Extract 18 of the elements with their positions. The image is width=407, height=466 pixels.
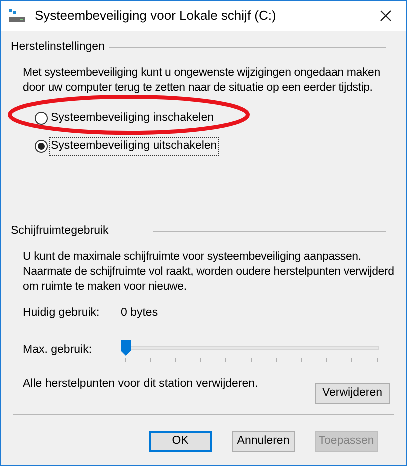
description-text: U kunt de maximale schijfruimte voor systeembeveiliging aanpassen. Naarmate de schijfruimte vol raakt, worden oudere herstelpunten verwijderd om ruimte te maken voor nieuwe. <box>23 250 395 295</box>
delete-button[interactable]: Verwijderen <box>315 383 390 404</box>
dialog-button[interactable]: Annuleren <box>232 431 295 452</box>
dialog-button[interactable]: OK <box>149 431 212 452</box>
radio-label[interactable]: Systeembeveiliging uitschakelen <box>50 138 218 155</box>
delete-text: Alle herstelpunten voor dit station verwijderen. <box>23 377 258 392</box>
usage-value: 0 bytes <box>121 306 158 321</box>
slider-thumb[interactable] <box>121 340 131 356</box>
drive-icon <box>9 9 25 23</box>
radio-button[interactable] <box>35 112 48 126</box>
radio-button[interactable] <box>35 140 48 153</box>
description-text: Met systeembeveiliging kunt u ongewenste wijzigingen ongedaan maken door uw computer terug te zetten naar de situatie op een eerder tijdstip. <box>23 66 382 96</box>
section-heading: Schijfruimtegebruik <box>11 224 109 239</box>
max-usage-label: Max. gebruik: <box>23 343 94 358</box>
section-heading: Herstelinstellingen <box>11 40 105 55</box>
usage-label: Huidig gebruik: <box>23 306 101 321</box>
close-icon <box>380 10 392 22</box>
window-title: Systeembeveiliging voor Lokale schijf (C:) <box>35 7 276 26</box>
